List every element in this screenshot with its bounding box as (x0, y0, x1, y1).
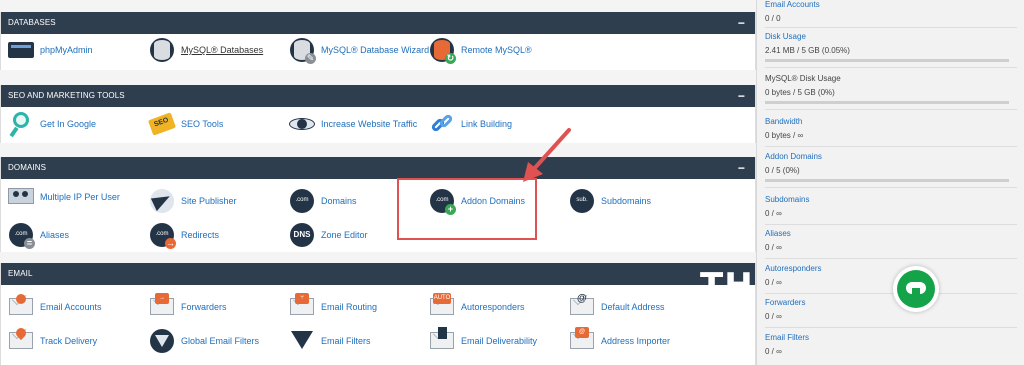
phpmyadmin-icon (7, 36, 35, 64)
chain-link-icon (428, 110, 456, 138)
aliases-link[interactable]: .com = Aliases (7, 221, 69, 249)
disk-usage-bar (765, 59, 1009, 62)
remote-mysql-icon: ↻ (428, 36, 456, 64)
track-delivery-icon (7, 325, 35, 355)
mysql-databases-link[interactable]: MySQL® Databases (148, 36, 263, 64)
stat-disk-usage: Disk Usage 2.41 MB / 5 GB (0.05%) (765, 32, 1017, 68)
databases-panel: DATABASES − phpMyAdmin MySQL® Databases … (0, 12, 756, 70)
email-accounts-link[interactable]: Email Accounts (7, 293, 102, 321)
aliases-icon: .com = (7, 221, 35, 249)
email-routing-link[interactable]: ⑂ Email Routing (288, 293, 377, 321)
stat-forwarders: Forwarders 0 / ∞ (765, 298, 1017, 328)
track-delivery-link[interactable]: Track Delivery (7, 325, 97, 355)
paper-plane-icon (148, 187, 176, 215)
seo-panel: SEO AND MARKETING TOOLS − Get In Google … (0, 85, 756, 143)
magnifier-icon (7, 110, 35, 138)
email-filter-icon (288, 327, 316, 355)
stat-bandwidth: Bandwidth 0 bytes / ∞ (765, 117, 1017, 147)
autoresponders-link[interactable]: AUTO Autoresponders (428, 293, 525, 321)
autoresponders-icon: AUTO (428, 293, 456, 321)
zone-editor-link[interactable]: DNS Zone Editor (288, 221, 368, 249)
seo-title: SEO AND MARKETING TOOLS (8, 91, 125, 100)
redirects-icon: .com → (148, 221, 176, 249)
seo-header[interactable]: SEO AND MARKETING TOOLS − (1, 85, 755, 107)
stat-mysql-disk-usage: MySQL® Disk Usage 0 bytes / 5 GB (0%) (765, 74, 1017, 110)
annotation-arrow-icon (523, 128, 571, 182)
watermark-text: TH (700, 266, 754, 306)
mysql-databases-icon (148, 36, 176, 64)
annotation-highlight-box (397, 178, 537, 240)
cloud-upload-icon (897, 270, 935, 308)
address-importer-icon: @ (568, 327, 596, 355)
forwarders-icon: → (148, 293, 176, 321)
domains-header[interactable]: DOMAINS − (1, 157, 755, 179)
databases-header[interactable]: DATABASES − (1, 12, 755, 34)
email-deliverability-icon (428, 327, 456, 355)
forwarders-link[interactable]: → Forwarders (148, 293, 227, 321)
seo-tag-icon: SEO (147, 110, 177, 138)
email-panel: EMAIL Email Accounts → Forwarders ⑂ Emai… (0, 263, 756, 365)
link-building-link[interactable]: Link Building (428, 110, 512, 138)
domains-link[interactable]: .com Domains (288, 187, 357, 215)
mysql-wizard-link[interactable]: ✎ MySQL® Database Wizard (288, 36, 429, 64)
cloud-upload-button[interactable] (893, 266, 939, 312)
stat-email-accounts: Email Accounts 0 / 0 (765, 0, 1017, 28)
collapse-icon[interactable]: − (738, 85, 745, 107)
email-title: EMAIL (8, 269, 33, 278)
subdomains-icon: sub. (568, 187, 596, 215)
multiple-ip-icon (7, 183, 35, 211)
mysql-wizard-icon: ✎ (288, 36, 316, 64)
seo-tools-link[interactable]: SEO SEO Tools (147, 110, 223, 138)
default-address-icon: @ (568, 293, 596, 321)
get-in-google-link[interactable]: Get In Google (7, 110, 96, 138)
global-filter-icon (148, 327, 176, 355)
collapse-icon[interactable]: − (738, 12, 745, 34)
mysql-disk-usage-bar (765, 101, 1009, 104)
stat-autoresponders: Autoresponders 0 / ∞ (765, 264, 1017, 294)
remote-mysql-link[interactable]: ↻ Remote MySQL® (428, 36, 532, 64)
eye-icon (288, 110, 316, 138)
email-header[interactable]: EMAIL (1, 263, 755, 285)
databases-title: DATABASES (8, 18, 56, 27)
collapse-icon[interactable]: − (738, 157, 745, 179)
multiple-ip-link[interactable]: Multiple IP Per User (7, 183, 120, 211)
site-publisher-link[interactable]: Site Publisher (148, 187, 237, 215)
stat-aliases: Aliases 0 / ∞ (765, 229, 1017, 259)
phpmyadmin-link[interactable]: phpMyAdmin (7, 36, 93, 64)
email-routing-icon: ⑂ (288, 293, 316, 321)
domains-icon: .com (288, 187, 316, 215)
statistics-sidebar: Email Accounts 0 / 0 Disk Usage 2.41 MB … (756, 0, 1024, 365)
dns-icon: DNS (288, 221, 316, 249)
email-deliverability-link[interactable]: Email Deliverability (428, 327, 537, 355)
default-address-link[interactable]: @ Default Address (568, 293, 665, 321)
stat-subdomains: Subdomains 0 / ∞ (765, 195, 1017, 225)
domains-title: DOMAINS (8, 163, 47, 172)
global-email-filters-link[interactable]: Global Email Filters (148, 327, 259, 355)
main-content: DATABASES − phpMyAdmin MySQL® Databases … (0, 0, 756, 365)
stat-addon-domains: Addon Domains 0 / 5 (0%) (765, 152, 1017, 188)
redirects-link[interactable]: .com → Redirects (148, 221, 219, 249)
email-accounts-icon (7, 293, 35, 321)
subdomains-link[interactable]: sub. Subdomains (568, 187, 651, 215)
address-importer-link[interactable]: @ Address Importer (568, 327, 670, 355)
addon-domains-bar (765, 179, 1009, 182)
domains-panel: DOMAINS − Multiple IP Per User Site Publ… (0, 157, 756, 252)
email-filters-link[interactable]: Email Filters (288, 327, 371, 355)
stat-email-filters: Email Filters 0 / ∞ (765, 333, 810, 356)
increase-traffic-link[interactable]: Increase Website Traffic (288, 110, 417, 138)
